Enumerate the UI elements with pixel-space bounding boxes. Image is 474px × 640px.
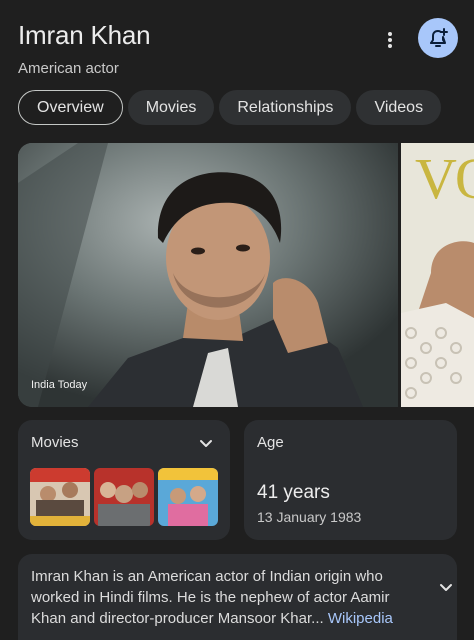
tab-relationships[interactable]: Relationships (219, 90, 352, 125)
description-ellipsis: ... (311, 610, 328, 627)
wikipedia-link[interactable]: Wikipedia (328, 610, 393, 627)
tab-videos[interactable]: Videos (356, 90, 442, 125)
tab-movies[interactable]: Movies (127, 90, 215, 125)
entity-title: Imran Khan (18, 20, 151, 50)
birth-date: 13 January 1983 (257, 509, 362, 525)
movie-poster[interactable] (30, 468, 90, 526)
more-vert-icon (388, 32, 392, 48)
chevron-down-icon[interactable] (436, 578, 456, 598)
magazine-masthead: VO (415, 146, 474, 211)
bell-add-icon (430, 28, 448, 47)
age-value: 41 years (257, 482, 330, 503)
photo-source-caption: India Today (31, 379, 88, 391)
age-card: Age 41 years 13 January 1983 (244, 420, 457, 540)
movie-poster[interactable] (158, 468, 218, 526)
tab-overview[interactable]: Overview (18, 90, 123, 125)
movies-card[interactable]: Movies (18, 420, 230, 540)
follow-notifications-button[interactable] (418, 18, 458, 58)
movie-posters (30, 468, 218, 526)
movies-card-title: Movies (31, 434, 79, 451)
poster-image (94, 468, 154, 526)
movie-poster[interactable] (94, 468, 154, 526)
age-card-title: Age (257, 434, 284, 451)
tab-bar: Overview Movies Relationships Videos (18, 90, 474, 128)
poster-image (158, 468, 218, 526)
poster-image (30, 468, 90, 526)
portrait-image (18, 143, 398, 407)
secondary-photo[interactable]: VO (401, 143, 474, 407)
more-options-button[interactable] (376, 24, 404, 56)
chevron-down-icon[interactable] (196, 434, 216, 454)
knowledge-panel-header: Imran Khan American actor (18, 18, 460, 84)
description-text: Imran Khan is an American actor of India… (31, 566, 452, 629)
entity-subtitle: American actor (18, 60, 119, 77)
description-card: Imran Khan is an American actor of India… (18, 554, 457, 640)
main-photo[interactable]: India Today (18, 143, 398, 407)
